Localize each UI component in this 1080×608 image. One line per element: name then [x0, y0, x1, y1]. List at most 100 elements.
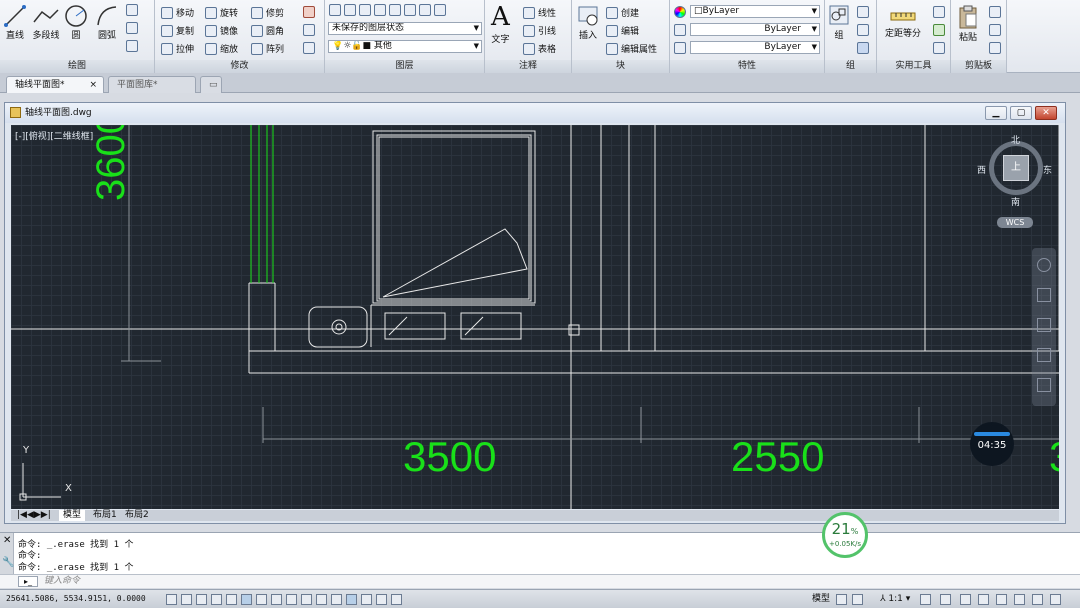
annotation-visibility-icon[interactable]	[920, 594, 931, 605]
insert-tool[interactable]: 插入	[576, 4, 600, 41]
move-button[interactable]: 移动	[161, 6, 194, 19]
edit-attr-button[interactable]: 编辑属性	[606, 42, 657, 55]
layer-match-icon[interactable]	[359, 4, 371, 16]
grid-icon[interactable]	[196, 594, 207, 605]
rect-tool[interactable]	[126, 4, 138, 16]
group-select-icon[interactable]	[857, 42, 869, 54]
otrack-icon[interactable]	[256, 594, 267, 605]
tab-layout2[interactable]: 布局2	[121, 510, 153, 521]
tab-nav-arrows[interactable]: |◀◀▶▶|	[13, 510, 55, 521]
arc-tool[interactable]: 圆弧	[95, 4, 119, 41]
explode-button[interactable]	[303, 24, 315, 36]
color-select[interactable]: □ByLayer ▼	[690, 5, 820, 18]
close-icon[interactable]: ×	[89, 77, 97, 93]
layer-isolate-icon[interactable]	[389, 4, 401, 16]
panel-title-utilities[interactable]: 实用工具	[877, 60, 950, 73]
dim-text-3500[interactable]: 3500	[403, 435, 496, 479]
quick-view-layouts-icon[interactable]	[836, 594, 847, 605]
status-menu-icon[interactable]	[1032, 594, 1043, 605]
panel-title-modify[interactable]: 修改	[155, 60, 324, 73]
group-edit-icon[interactable]	[857, 24, 869, 36]
viewcube-north[interactable]: 北	[1011, 133, 1020, 146]
lineweight-icon[interactable]	[674, 42, 686, 54]
lwt-icon[interactable]	[301, 594, 312, 605]
showmotion-icon[interactable]	[1037, 378, 1051, 392]
panel-title-groups[interactable]: 组	[825, 60, 876, 73]
tab-model[interactable]: 模型	[59, 510, 86, 521]
stretch-button[interactable]: 拉伸	[161, 42, 194, 55]
ortho-icon[interactable]	[211, 594, 222, 605]
command-prompt-icon[interactable]: ▸_	[18, 576, 38, 587]
viewcube-east[interactable]: 东	[1043, 163, 1052, 176]
circle-tool[interactable]: 圆	[64, 4, 88, 41]
lineweight-select[interactable]: ByLayer ▼	[690, 41, 820, 54]
dim-text-partial[interactable]: 3	[1049, 435, 1059, 479]
dyn-icon[interactable]	[286, 594, 297, 605]
offset-button[interactable]	[303, 42, 315, 54]
leader-button[interactable]: 引线	[523, 24, 556, 37]
list-icon[interactable]	[933, 42, 945, 54]
polyline-tool[interactable]: 多段线	[32, 4, 60, 41]
cut-icon[interactable]	[989, 6, 1001, 18]
selection-cycling-icon[interactable]	[376, 594, 387, 605]
maximize-button[interactable]: ▢	[1010, 106, 1032, 120]
command-window-grip[interactable]: ✕ 🔧	[0, 533, 14, 575]
id-point-icon[interactable]	[933, 24, 945, 36]
copy-button[interactable]: 复制	[161, 24, 194, 37]
color-wheel-icon[interactable]	[674, 6, 686, 18]
rotate-button[interactable]: 旋转	[205, 6, 238, 19]
erase-button[interactable]	[303, 6, 315, 18]
panel-title-clipboard[interactable]: 剪贴板	[951, 60, 1006, 73]
layer-previous-icon[interactable]	[374, 4, 386, 16]
wcs-menu[interactable]: WCS	[997, 217, 1033, 228]
edit-block-button[interactable]: 编辑	[606, 24, 639, 37]
paste-tool[interactable]: 粘贴	[957, 4, 979, 43]
fillet-button[interactable]: 圆角	[251, 24, 284, 37]
minimize-button[interactable]: ▁	[985, 106, 1007, 120]
tab-layout1[interactable]: 布局1	[89, 510, 121, 521]
lock-icon[interactable]	[960, 594, 971, 605]
drawing-canvas[interactable]: [-][俯视][二维线框] 3600 3500 2550 Y X 上 北 南 西…	[11, 125, 1059, 509]
dim-text-3600[interactable]: 3600	[89, 125, 133, 201]
quick-view-drawings-icon[interactable]	[852, 594, 863, 605]
close-button[interactable]: ✕	[1035, 106, 1057, 120]
hardware-accel-icon[interactable]	[978, 594, 989, 605]
viewcube[interactable]: 上 北 南 西 东	[977, 133, 1052, 208]
panel-title-layers[interactable]: 图层	[325, 60, 484, 73]
annotation-monitor-icon[interactable]	[391, 594, 402, 605]
copy-clip-icon[interactable]	[989, 24, 1001, 36]
match-prop-icon[interactable]	[989, 42, 1001, 54]
group-tool[interactable]: 组	[828, 4, 850, 41]
table-button[interactable]: 表格	[523, 42, 556, 55]
layer-select[interactable]: 💡☼🔓■ 其他 ▼	[328, 40, 482, 53]
layer-freeze-icon[interactable]	[419, 4, 431, 16]
close-icon[interactable]: ✕	[3, 535, 11, 546]
linetype-select[interactable]: ByLayer ▼	[690, 23, 820, 36]
navigation-bar[interactable]	[1032, 248, 1056, 406]
zoom-icon[interactable]	[1037, 318, 1051, 332]
layer-state-select[interactable]: 未保存的图层状态 ▼	[328, 22, 482, 35]
quick-calc-icon[interactable]	[933, 6, 945, 18]
clean-screen-icon[interactable]	[1014, 594, 1025, 605]
layer-properties-icon[interactable]	[329, 4, 341, 16]
ellipse-tool[interactable]	[126, 22, 138, 34]
layer-state-icon[interactable]	[344, 4, 356, 16]
tpy-icon[interactable]	[316, 594, 327, 605]
polar-icon[interactable]	[226, 594, 237, 605]
isolate-objects-icon[interactable]	[996, 594, 1007, 605]
panel-title-properties[interactable]: 特性	[670, 60, 824, 73]
steering-wheel-icon[interactable]	[1037, 258, 1051, 272]
coordinate-readout[interactable]: 25641.5086, 5534.9151, 0.0000	[6, 590, 146, 608]
customize-icon[interactable]	[1050, 594, 1061, 605]
orbit-icon[interactable]	[1037, 348, 1051, 362]
sc-icon[interactable]	[346, 594, 357, 605]
viewcube-top-face[interactable]: 上	[1003, 155, 1029, 181]
pan-icon[interactable]	[1037, 288, 1051, 302]
am-icon[interactable]	[361, 594, 372, 605]
wrench-icon[interactable]: 🔧	[2, 557, 14, 568]
mirror-button[interactable]: 镜像	[205, 24, 238, 37]
viewcube-west[interactable]: 西	[977, 163, 986, 176]
scale-button[interactable]: 缩放	[205, 42, 238, 55]
panel-title-annotation[interactable]: 注释	[485, 60, 571, 73]
ducs-icon[interactable]	[271, 594, 282, 605]
